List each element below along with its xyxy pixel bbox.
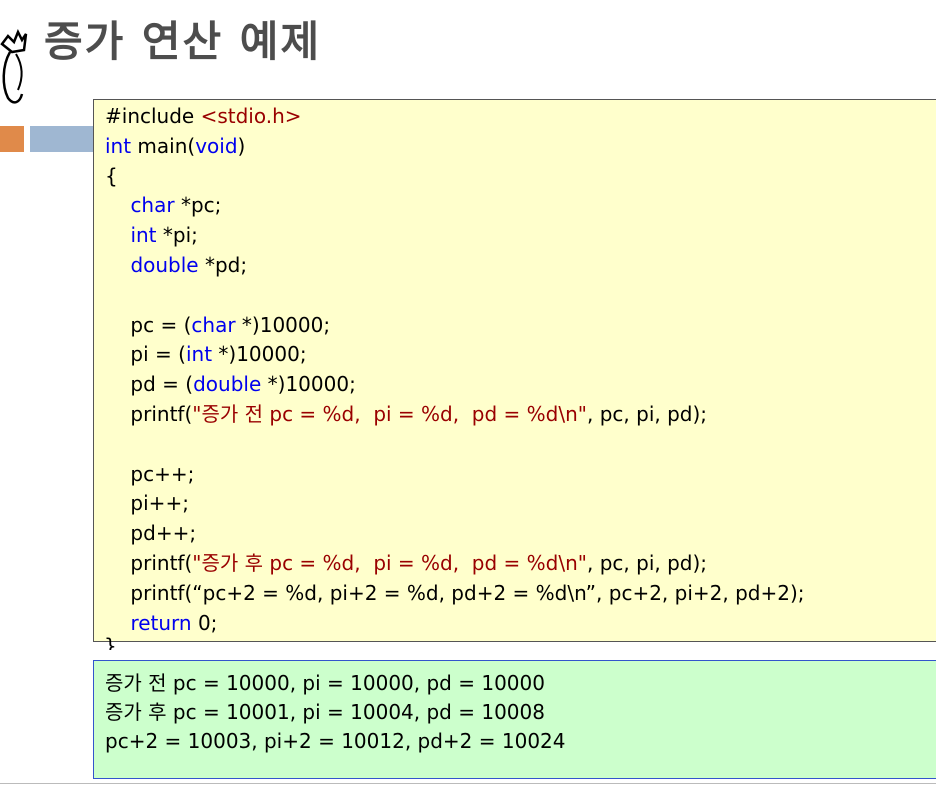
code-text: main( (131, 133, 196, 158)
output-line: pc+2 = 10003, pi+2 = 10012, pd+2 = 10024 (105, 729, 566, 753)
code-text: printf( (105, 401, 193, 426)
code-text: , pc, pi, pd); (587, 550, 708, 575)
code-keyword: char (191, 312, 236, 337)
code-keyword: return (130, 610, 192, 635)
code-text: pc = ( (105, 312, 192, 337)
code-keyword: double (130, 252, 199, 277)
code-text: pi++; (105, 491, 189, 516)
code-line: pi = (int *)10000; (105, 340, 936, 370)
code-line: { (105, 162, 936, 192)
code-text: pi = ( (105, 342, 186, 367)
code-text: *)10000; (261, 372, 356, 397)
code-text: ) (237, 133, 246, 158)
code-line: printf("증가 전 pc = %d, pi = %d, pd = %d\n… (105, 400, 936, 430)
page-title: 증가 연산 예제 (44, 17, 322, 66)
code-keyword: void (195, 133, 238, 158)
code-line: pi++; (105, 489, 936, 519)
code-text: pd = ( (105, 372, 194, 397)
code-line: printf("증가 후 pc = %d, pi = %d, pd = %d\n… (105, 549, 936, 579)
code-text: pc++; (105, 461, 195, 486)
code-text: pd++; (105, 521, 197, 546)
code-text: printf( (105, 550, 193, 575)
code-line: #include <stdio.h> (105, 102, 936, 132)
logo-icon (0, 28, 28, 104)
code-text: *pi; (156, 223, 198, 248)
output-line: 증가 전 pc = 10000, pi = 10000, pd = 10000 (105, 671, 545, 695)
code-string: <stdio.h> (200, 104, 302, 128)
code-text: *)10000; (235, 312, 331, 337)
code-keyword: int (185, 342, 213, 367)
code-line: char *pc; (105, 191, 936, 221)
code-closing-brace: } (104, 636, 117, 650)
code-line: int *pi; (105, 221, 936, 251)
code-line: int main(void) (105, 132, 936, 162)
output-block: 증가 전 pc = 10000, pi = 10000, pd = 10000 … (93, 660, 936, 779)
code-line: pc = (char *)10000; (105, 311, 936, 341)
code-keyword: int (130, 223, 157, 248)
accent-bar-orange (0, 126, 24, 152)
code-text: , pc, pi, pd); (587, 401, 708, 426)
accent-bar-blue (30, 126, 96, 152)
output-line: 증가 후 pc = 10001, pi = 10004, pd = 10008 (105, 700, 545, 724)
code-line: return 0; (105, 609, 936, 639)
code-text: 0; (191, 610, 218, 635)
code-keyword: char (130, 193, 175, 218)
code-text: *)10000; (212, 342, 307, 367)
code-text: #include (105, 104, 201, 128)
code-string: "증가 후 pc = %d, pi = %d, pd = %d\n" (192, 550, 587, 575)
code-line: double *pd; (105, 251, 936, 281)
code-text: *pd; (198, 252, 248, 277)
code-string: "증가 전 pc = %d, pi = %d, pd = %d\n" (192, 401, 587, 426)
code-line: pd = (double *)10000; (105, 370, 936, 400)
code-text: { (105, 163, 118, 188)
code-keyword: int (105, 133, 132, 158)
code-block: #include <stdio.h> int main(void){ char *… (93, 99, 936, 642)
code-text: printf(“pc+2 = %d, pi+2 = %d, pd+2 = %d\… (105, 580, 805, 605)
code-keyword: double (193, 372, 262, 397)
bottom-divider (0, 783, 936, 784)
code-text: *pc; (174, 193, 222, 218)
code-line: printf(“pc+2 = %d, pi+2 = %d, pd+2 = %d\… (105, 579, 936, 609)
code-line: pc++; (105, 460, 936, 490)
code-line: pd++; (105, 519, 936, 549)
